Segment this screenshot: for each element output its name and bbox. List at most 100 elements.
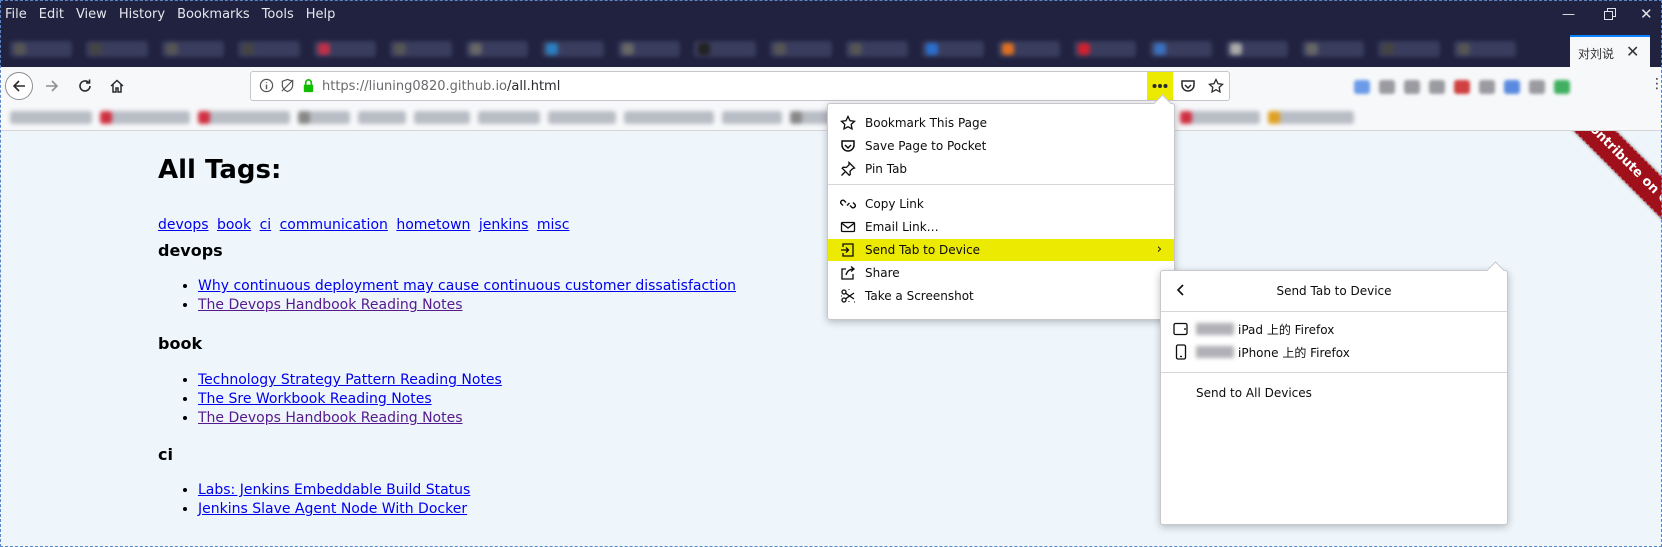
tab-background-blurred[interactable] [1454, 41, 1516, 57]
tab-background-blurred[interactable] [542, 41, 604, 57]
menu-item-share[interactable]: Share [828, 262, 1174, 284]
menu-item-bookmark-page[interactable]: Bookmark This Page [828, 112, 1174, 134]
info-icon[interactable] [259, 78, 274, 93]
tab-background-blurred[interactable] [86, 41, 148, 57]
tab-background-blurred[interactable] [998, 41, 1060, 57]
post-link[interactable]: The Devops Handbook Reading Notes [198, 410, 463, 426]
menu-bookmarks[interactable]: Bookmarks [177, 7, 250, 22]
lock-icon[interactable] [301, 78, 316, 93]
tab-background-blurred[interactable] [694, 41, 756, 57]
tag-link-communication[interactable]: communication [280, 217, 388, 233]
url-bar[interactable]: https://liuning0820.github.io/all.html [250, 71, 1230, 101]
post-link[interactable]: The Sre Workbook Reading Notes [198, 391, 432, 407]
bookmark-item-blurred[interactable] [358, 111, 406, 124]
tag-links: devops book ci communication hometown je… [158, 217, 573, 233]
tag-link-book[interactable]: book [217, 217, 251, 233]
bookmark-item-blurred[interactable] [1268, 111, 1354, 124]
tag-link-jenkins[interactable]: jenkins [479, 217, 529, 233]
home-button[interactable] [103, 72, 131, 100]
menu-item-copy-link[interactable]: Copy Link [828, 193, 1174, 215]
extension-icon[interactable] [1504, 80, 1520, 94]
tag-link-misc[interactable]: misc [537, 217, 570, 233]
menu-item-take-screenshot[interactable]: Take a Screenshot [828, 285, 1174, 307]
tablet-icon [1172, 321, 1190, 337]
tab-background-blurred[interactable] [618, 41, 680, 57]
menu-history[interactable]: History [119, 7, 165, 22]
menu-help[interactable]: Help [306, 7, 336, 22]
extension-icon[interactable] [1429, 80, 1445, 94]
tab-active[interactable]: 对刘说 ✕ [1570, 35, 1650, 67]
tab-background-blurred[interactable] [162, 41, 224, 57]
tab-background-blurred[interactable] [1302, 41, 1364, 57]
tab-background-blurred[interactable] [846, 41, 908, 57]
tag-link-ci[interactable]: ci [260, 217, 272, 233]
tag-link-devops[interactable]: devops [158, 217, 209, 233]
tab-background-blurred[interactable] [1226, 41, 1288, 57]
bookmark-item-blurred[interactable] [100, 111, 190, 124]
back-button[interactable] [5, 72, 33, 100]
tab-background-blurred[interactable] [238, 41, 300, 57]
pocket-button[interactable] [1175, 72, 1201, 100]
tracking-protection-icon[interactable] [280, 78, 295, 93]
post-link[interactable]: Jenkins Slave Agent Node With Docker [198, 501, 467, 517]
minimize-icon[interactable]: — [1562, 8, 1575, 22]
menu-item-save-to-pocket[interactable]: Save Page to Pocket [828, 135, 1174, 157]
bookmark-item-blurred[interactable] [478, 111, 540, 124]
tab-background-blurred[interactable] [390, 41, 452, 57]
menu-tools[interactable]: Tools [262, 7, 294, 22]
github-ribbon[interactable]: Contribute on GitHub [1512, 131, 1662, 281]
extension-icon[interactable] [1379, 80, 1395, 94]
bookmark-item-blurred[interactable] [298, 111, 350, 124]
menu-edit[interactable]: Edit [39, 7, 64, 22]
tab-favicon-icon [394, 43, 406, 55]
forward-button[interactable] [38, 72, 66, 100]
extension-icon[interactable] [1404, 80, 1420, 94]
device-item-ipad[interactable]: iPad 上的 Firefox [1161, 318, 1507, 340]
tab-background-blurred[interactable] [1074, 41, 1136, 57]
send-to-all-devices[interactable]: Send to All Devices [1196, 386, 1312, 400]
bookmark-item-blurred[interactable] [548, 111, 616, 124]
menu-file[interactable]: File [5, 7, 27, 22]
bookmark-item-blurred[interactable] [722, 111, 782, 124]
extension-icon[interactable] [1479, 80, 1495, 94]
bookmark-item-blurred[interactable] [198, 111, 290, 124]
menu-view[interactable]: View [76, 7, 107, 22]
menu-item-label: Send Tab to Device [865, 243, 981, 257]
tab-background-blurred[interactable] [1150, 41, 1212, 57]
bookmark-item-blurred[interactable] [10, 111, 92, 124]
post-link[interactable]: Labs: Jenkins Embeddable Build Status [198, 482, 470, 498]
menu-item-email-link[interactable]: Email Link… [828, 216, 1174, 238]
bookmark-favicon-icon [298, 111, 310, 124]
tag-link-hometown[interactable]: hometown [396, 217, 470, 233]
extension-icon[interactable] [1354, 80, 1370, 94]
tab-background-blurred[interactable] [922, 41, 984, 57]
bookmark-item-blurred[interactable] [1180, 111, 1260, 124]
post-link[interactable]: Why continuous deployment may cause cont… [198, 278, 736, 294]
tab-background-blurred[interactable] [1378, 41, 1440, 57]
post-link[interactable]: The Devops Handbook Reading Notes [198, 297, 463, 313]
extension-icon[interactable] [1529, 80, 1545, 94]
bookmark-star-button[interactable] [1203, 72, 1229, 100]
bookmark-item-blurred[interactable] [624, 111, 714, 124]
extension-icon[interactable] [1554, 80, 1570, 94]
tab-background-blurred[interactable] [314, 41, 376, 57]
bookmark-item-blurred[interactable] [414, 111, 470, 124]
restore-icon[interactable] [1604, 8, 1616, 24]
reload-icon [79, 79, 91, 92]
tab-background-blurred[interactable] [10, 41, 72, 57]
close-tab-icon[interactable]: ✕ [1626, 42, 1639, 61]
close-window-icon[interactable]: ✕ [1640, 7, 1653, 22]
forward-arrow-icon [46, 80, 59, 92]
tab-favicon-icon [318, 43, 330, 55]
tab-background-blurred[interactable] [466, 41, 528, 57]
tab-favicon-icon [1230, 43, 1242, 55]
reload-button[interactable] [71, 72, 99, 100]
menu-item-send-tab-to-device[interactable]: Send Tab to Device › [828, 239, 1174, 261]
extension-icon[interactable] [1454, 80, 1470, 94]
overflow-menu-icon[interactable]: ⋮ [1650, 76, 1662, 92]
post-link[interactable]: Technology Strategy Pattern Reading Note… [198, 372, 502, 388]
url-text[interactable]: https://liuning0820.github.io/all.html [322, 79, 560, 94]
device-item-iphone[interactable]: iPhone 上的 Firefox [1161, 341, 1507, 363]
tab-background-blurred[interactable] [770, 41, 832, 57]
menu-item-pin-tab[interactable]: Pin Tab [828, 158, 1174, 180]
